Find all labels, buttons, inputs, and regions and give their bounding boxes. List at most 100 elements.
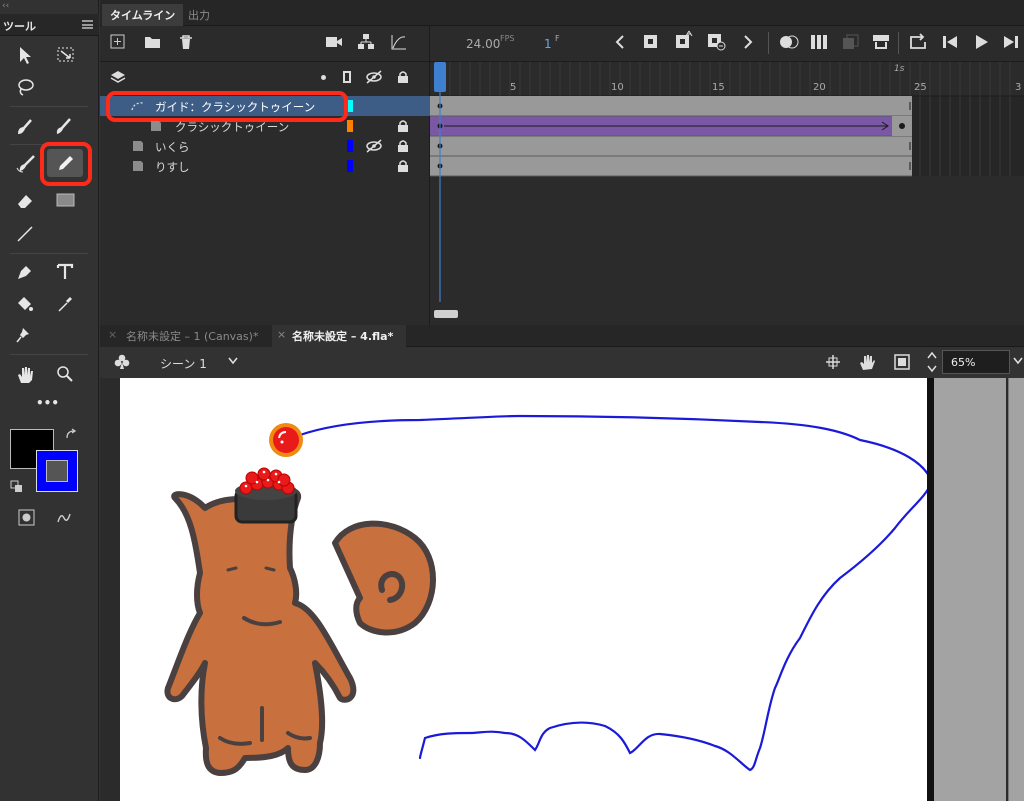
layer-row-risushi[interactable]: りすし [100,156,430,176]
layer-color-risushi[interactable] [347,160,353,172]
tab-output[interactable]: 出力 [180,4,218,26]
lock-icon[interactable] [397,139,409,153]
doc-tab-fla[interactable]: × 名称未設定 – 4.fla* [272,325,406,347]
close-icon[interactable]: × [277,328,286,341]
collapse-panel-button[interactable]: ‹‹ [2,1,9,11]
swap-colors-icon[interactable] [64,428,78,442]
pasteboard-scroll-area [1008,378,1024,801]
lock-all-layers-icon[interactable] [397,70,409,84]
rotate-stage-icon[interactable] [857,352,877,372]
remove-keyframe-icon[interactable] [707,33,727,51]
new-layer-button[interactable] [110,34,126,50]
layer-icon [151,121,161,131]
pen-tool-button[interactable] [10,257,40,287]
prev-keyframe-icon[interactable] [614,34,626,50]
onion-skin-icon[interactable] [778,34,800,50]
paint-bucket-icon [18,297,33,311]
tools-panel: ‹‹ ツール ••• [0,0,99,801]
current-frame-value[interactable]: 1 [544,37,552,51]
lasso-tool-button[interactable] [10,72,40,102]
frame-label: F [555,34,560,43]
doc-tab-canvas[interactable]: × 名称未設定 – 1 (Canvas)* [100,325,272,347]
play-icon[interactable] [973,34,989,50]
zoom-stepper-icon[interactable] [926,349,938,375]
text-icon [56,263,74,279]
hidden-eye-icon[interactable] [365,139,383,153]
layer-color-classic-tween[interactable] [347,120,353,132]
lock-icon[interactable] [397,159,409,173]
disabled-frames-icon [843,34,859,49]
fluid-brush-tool-button[interactable] [10,112,40,142]
paint-bucket-tool-button[interactable] [10,289,40,319]
ruler-label-5: 5 [510,82,517,93]
hide-all-layers-icon[interactable] [365,70,383,84]
snap-crosshair-icon[interactable] [825,354,841,370]
folder-icon [145,37,160,48]
insert-keyframe-icon[interactable] [643,34,659,50]
eyedropper-tool-button[interactable] [50,289,80,319]
delete-layer-button[interactable] [178,34,194,50]
text-tool-button[interactable] [50,257,80,287]
layer-icon [133,161,143,171]
stroke-color-swatch[interactable] [36,450,78,492]
loop-icon[interactable] [908,33,928,51]
close-icon[interactable]: × [108,328,117,341]
brush-icon [56,118,71,134]
eraser-tool-button[interactable] [10,186,40,216]
new-folder-button[interactable] [144,34,162,50]
outline-toggle-icon[interactable] [343,71,351,83]
stage-canvas[interactable] [120,378,927,801]
ikura-sushi [234,467,298,524]
stage-artwork [164,414,927,776]
step-forward-icon[interactable] [1002,34,1020,50]
camera-button[interactable] [325,35,343,49]
highlight-layers-toggle[interactable] [321,75,326,80]
brush-tool-button[interactable] [48,112,78,142]
clip-canvas-icon[interactable] [894,354,910,370]
fps-value[interactable]: 24.00 [466,37,500,51]
magnifier-icon [57,366,73,382]
layer-row-ikura[interactable]: いくら [100,136,430,156]
free-transform-tool-button[interactable] [50,40,80,70]
object-drawing-mode-button[interactable] [12,503,42,533]
eraser-icon [18,195,32,208]
line-tool-button[interactable] [10,219,40,249]
hand-tool-button[interactable] [10,359,40,389]
layer-parenting-button[interactable] [357,33,375,51]
zoom-tool-button[interactable] [50,359,80,389]
layer-color-ikura[interactable] [347,140,353,152]
panel-menu-icon[interactable] [82,20,93,29]
selection-tool-button[interactable] [10,40,40,70]
layer-row-classic-tween[interactable]: クラシックトゥイーン [100,116,430,136]
tools-panel-header: ツール [0,14,99,36]
transform-icon [57,47,74,62]
paint-brush-tool-button[interactable] [10,149,40,179]
chevron-down-icon[interactable] [227,356,239,366]
lasso-icon [18,79,34,96]
step-back-icon[interactable] [941,34,959,50]
more-tools-button[interactable]: ••• [36,396,59,410]
tab-timeline[interactable]: タイムライン [102,4,184,26]
layers-stack-icon [110,69,126,85]
squirrel-body [164,487,357,776]
zoom-field[interactable]: 65% [942,350,1010,374]
edit-bar: シーン 1 65% [100,347,1024,378]
zoom-dropdown-icon[interactable] [1012,356,1024,366]
easing-graph-button[interactable] [390,33,408,51]
auto-keyframe-icon[interactable] [675,30,695,50]
pin-tool-button[interactable] [10,320,40,350]
pencil-mode-button[interactable] [50,503,80,533]
rectangle-tool-button[interactable] [50,186,80,216]
tools-panel-title: ツール [3,20,36,33]
layer-list-panel: ガイド：クラシックトゥイーン クラシックトゥイーン いくら りすし [100,26,430,325]
lock-icon[interactable] [397,119,409,133]
center-frame-icon[interactable] [872,34,892,50]
timeline-panel: タイムライン 出力 ガイド：クラシックトゥイーン クラシックトゥイーン いくら … [100,0,1024,325]
edit-multiple-frames-icon[interactable] [810,34,830,50]
scene-name[interactable]: シーン 1 [160,355,207,372]
next-keyframe-icon[interactable] [742,34,754,50]
default-colors-icon[interactable] [10,480,24,494]
pencil-tool-button[interactable] [47,149,83,177]
object-drawing-icon [18,509,35,526]
frame-grid[interactable] [430,62,1024,326]
